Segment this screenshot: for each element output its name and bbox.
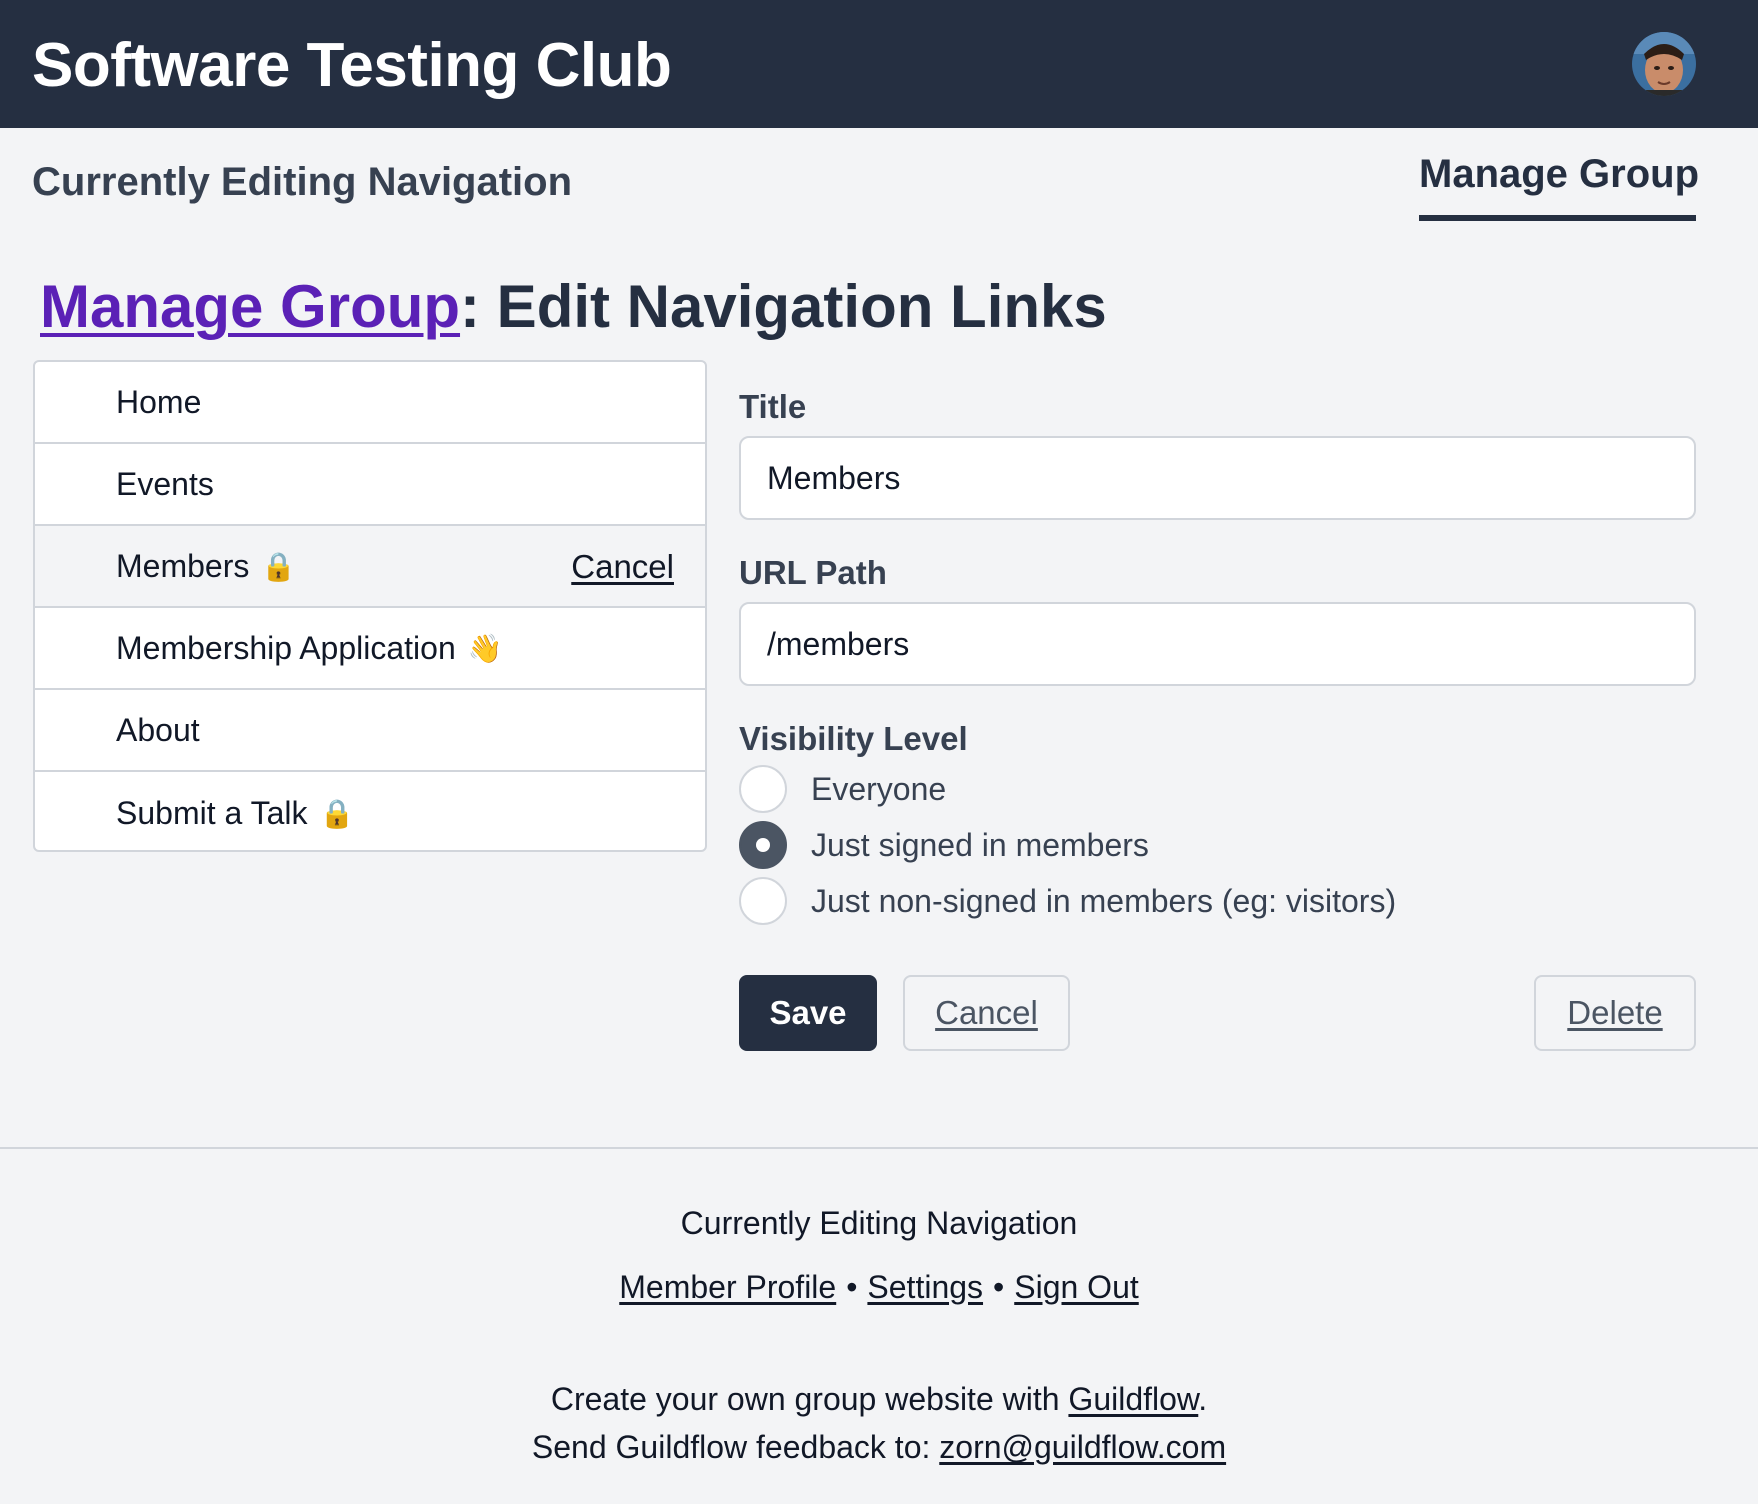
title-input[interactable] — [739, 436, 1696, 520]
cancel-button[interactable]: Cancel — [903, 975, 1070, 1051]
page-title: Manage Group: Edit Navigation Links — [40, 272, 1107, 341]
nav-link-label: Events — [116, 465, 214, 502]
footer-promo: Create your own group website with Guild… — [0, 1381, 1758, 1418]
nav-link-submit-a-talk[interactable]: Submit a Talk 🔒 — [35, 772, 705, 850]
manage-group-link[interactable]: Manage Group — [40, 273, 460, 340]
separator: • — [993, 1269, 1005, 1305]
radio-label: Just signed in members — [811, 826, 1149, 863]
nav-link-label: Members — [116, 547, 250, 584]
nav-link-membership-application[interactable]: Membership Application 👋 — [35, 608, 705, 690]
radio-button[interactable] — [739, 765, 787, 813]
sign-out-link[interactable]: Sign Out — [1014, 1269, 1139, 1305]
visibility-option-non-signed-in[interactable]: Just non-signed in members (eg: visitors… — [739, 876, 1396, 926]
save-button[interactable]: Save — [739, 975, 877, 1051]
nav-link-label: About — [116, 711, 200, 748]
nav-link-label: Membership Application — [116, 629, 456, 666]
nav-link-home[interactable]: Home — [35, 362, 705, 444]
settings-link[interactable]: Settings — [867, 1269, 983, 1305]
nav-link-label: Home — [116, 383, 202, 420]
nav-link-events[interactable]: Events — [35, 444, 705, 526]
nav-link-about[interactable]: About — [35, 690, 705, 772]
radio-button[interactable] — [739, 877, 787, 925]
footer-feedback: Send Guildflow feedback to: zorn@guildfl… — [0, 1429, 1758, 1466]
tab-manage-group[interactable]: Manage Group — [1419, 152, 1699, 221]
url-path-input[interactable] — [739, 602, 1696, 686]
edit-link-form: Title URL Path Visibility Level — [739, 388, 1696, 758]
nav-link-members[interactable]: Members 🔒 Cancel — [35, 526, 705, 608]
radio-label: Just non-signed in members (eg: visitors… — [811, 882, 1397, 919]
nav-row-cancel-link[interactable]: Cancel — [571, 548, 674, 586]
separator: • — [846, 1269, 858, 1305]
radio-label: Everyone — [811, 770, 947, 807]
feedback-email-link[interactable]: zorn@guildflow.com — [939, 1429, 1226, 1465]
visibility-option-everyone[interactable]: Everyone — [739, 764, 946, 814]
lock-icon: 🔒 — [319, 797, 355, 829]
delete-button[interactable]: Delete — [1534, 975, 1696, 1051]
page-footer: Currently Editing Navigation Member Prof… — [0, 1147, 1758, 1504]
member-profile-link[interactable]: Member Profile — [619, 1269, 836, 1305]
visibility-option-signed-in[interactable]: Just signed in members — [739, 820, 1149, 870]
title-label: Title — [739, 388, 807, 425]
page-title-text: : Edit Navigation Links — [460, 273, 1107, 340]
subheader-title: Currently Editing Navigation — [32, 160, 573, 204]
feedback-text: Send Guildflow feedback to: — [531, 1429, 940, 1465]
site-title[interactable]: Software Testing Club — [32, 30, 672, 101]
guildflow-link[interactable]: Guildflow — [1068, 1381, 1198, 1417]
visibility-radio-group: Everyone Just signed in members Just non… — [739, 764, 1696, 928]
footer-links: Member Profile • Settings • Sign Out — [0, 1269, 1758, 1306]
visibility-level-label: Visibility Level — [739, 720, 968, 757]
url-path-label: URL Path — [739, 554, 887, 591]
footer-editing-text: Currently Editing Navigation — [680, 1205, 1078, 1241]
waving-hand-icon: 👋 — [467, 632, 503, 664]
radio-button-selected[interactable] — [739, 821, 787, 869]
lock-icon: 🔒 — [261, 550, 297, 582]
promo-text: Create your own group website with — [550, 1381, 1069, 1417]
user-avatar-icon[interactable] — [1632, 32, 1696, 96]
navigation-links-list: Home Events Members 🔒 Cancel Membership … — [33, 360, 707, 852]
nav-link-label: Submit a Talk — [116, 794, 308, 831]
promo-suffix: . — [1198, 1381, 1208, 1417]
site-header: Software Testing Club — [0, 0, 1758, 128]
